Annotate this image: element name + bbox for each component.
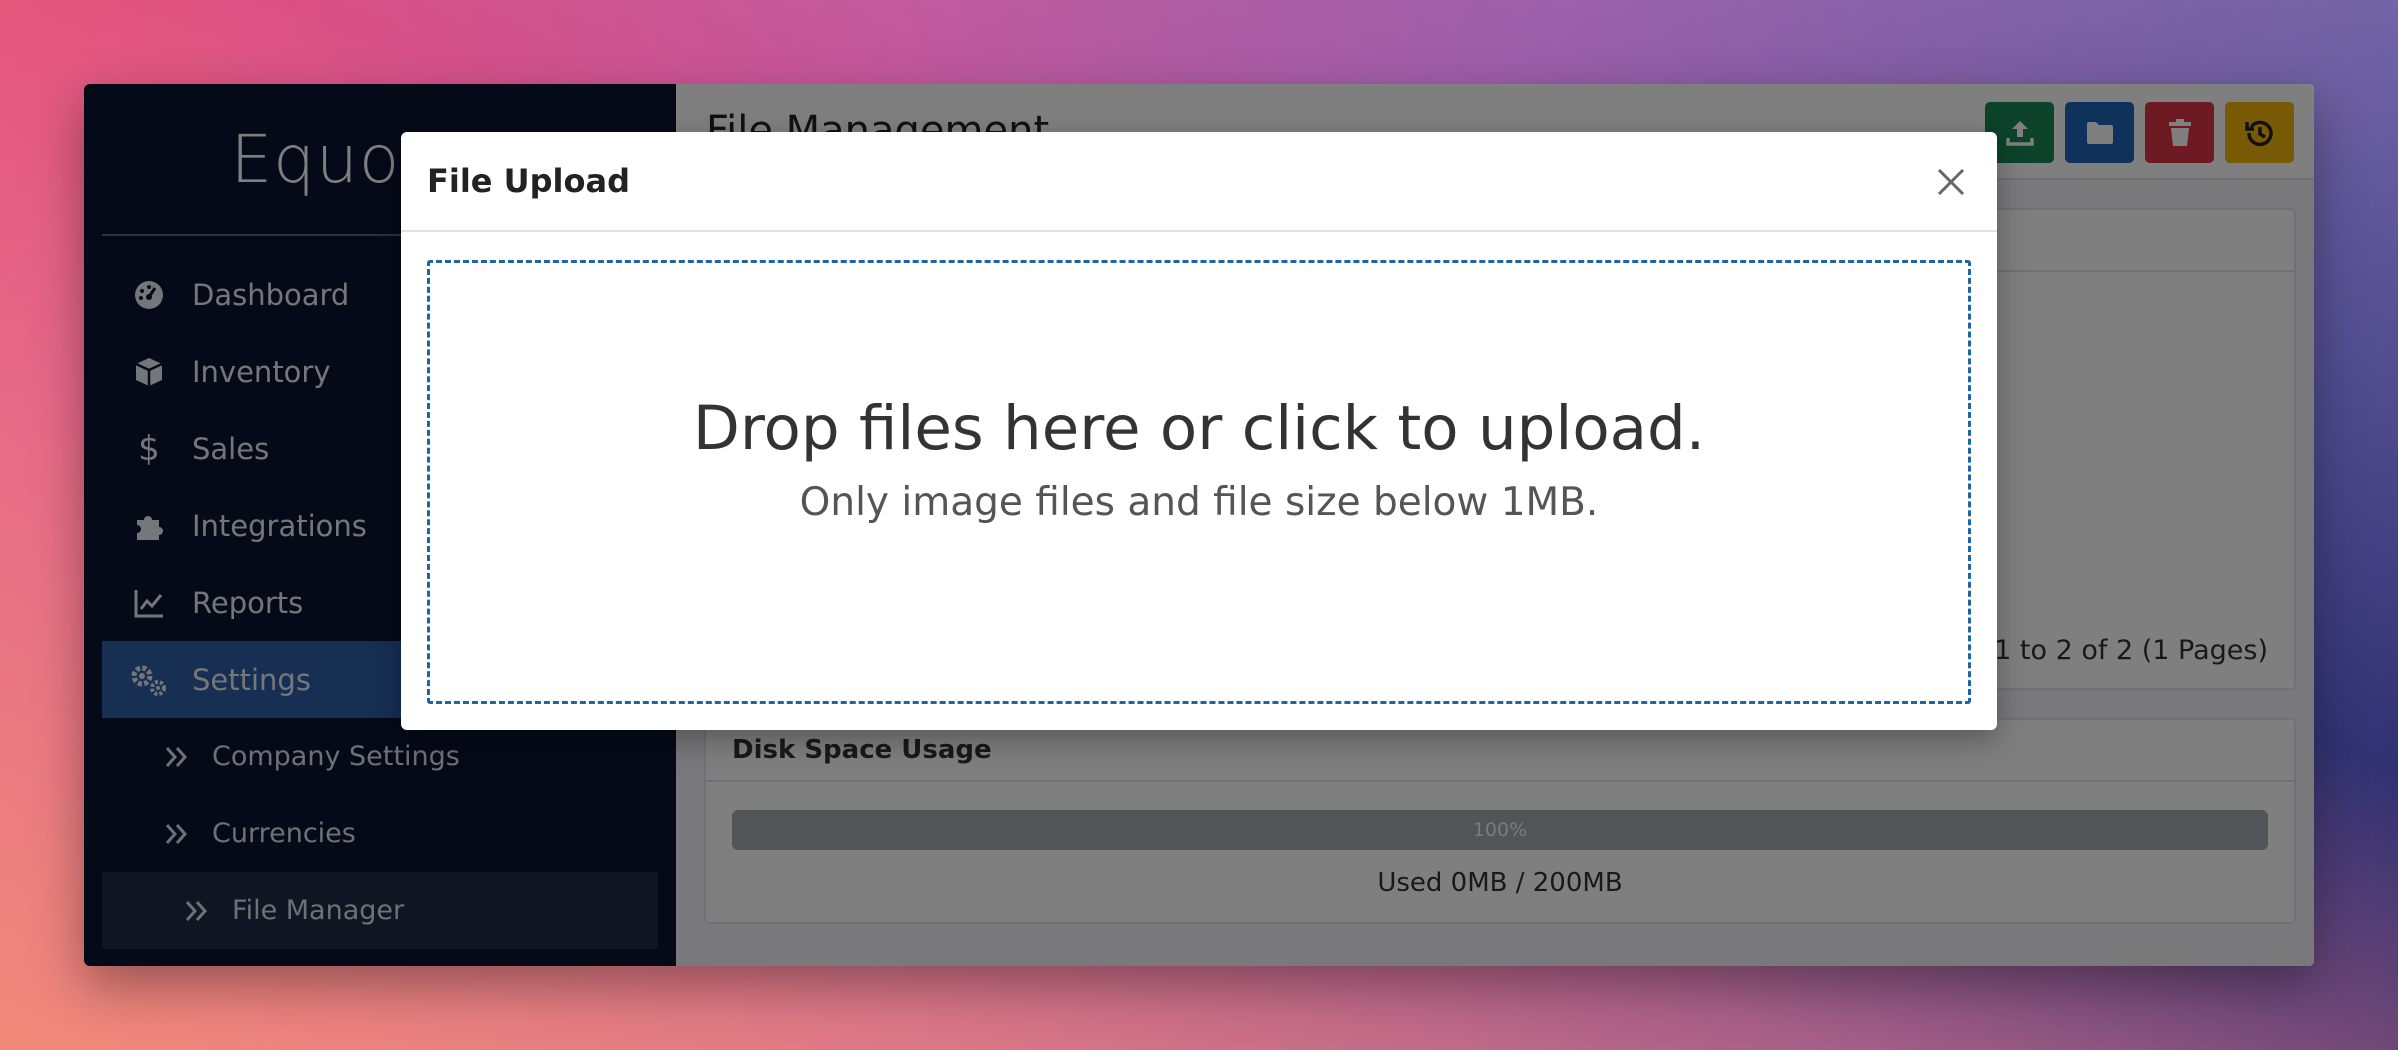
modal-header: File Upload [401,132,1997,232]
close-icon [1937,168,1965,196]
upload-dropzone[interactable]: Drop files here or click to upload. Only… [427,260,1971,704]
file-upload-modal: File Upload Drop files here or click to … [401,132,1997,730]
dropzone-hint: Only image files and file size below 1MB… [799,480,1599,525]
modal-close-button[interactable] [1931,162,1971,202]
modal-title: File Upload [427,162,630,200]
dropzone-message: Drop files here or click to upload. [692,393,1706,464]
